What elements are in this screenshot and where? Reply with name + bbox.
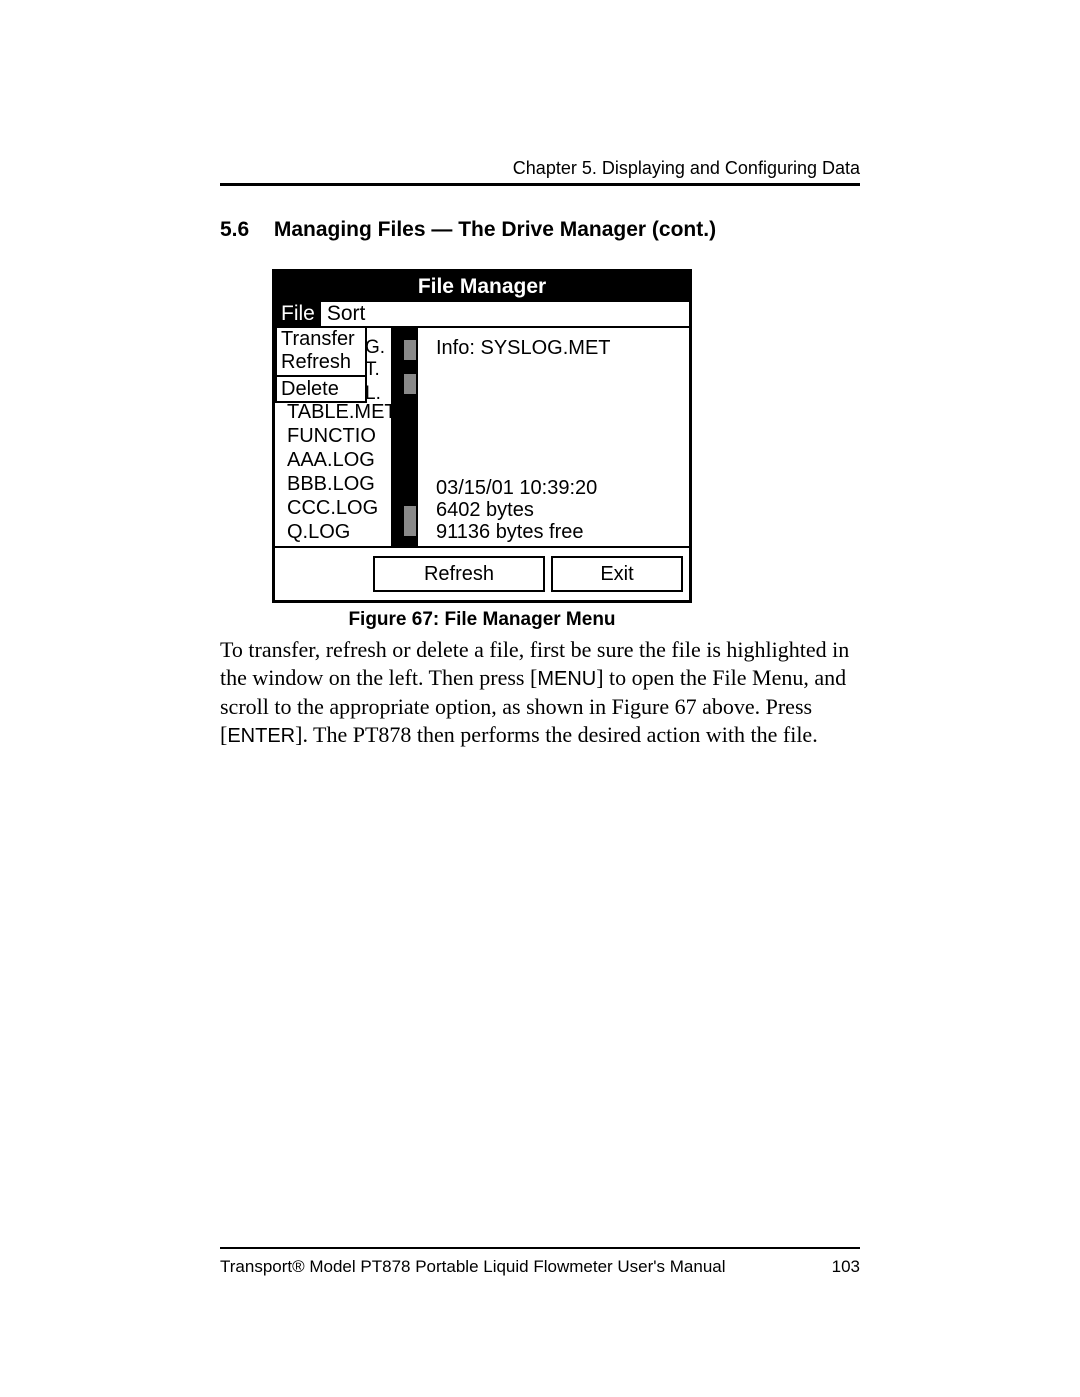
refresh-button[interactable]: Refresh (373, 556, 545, 592)
manual-page: Chapter 5. Displaying and Configuring Da… (0, 0, 1080, 1397)
file-manager-window: File Manager File Sort TABLE.MET FUNCTIO… (272, 269, 692, 603)
file-item[interactable]: Q.LOG (275, 520, 391, 544)
menu-item-refresh[interactable]: Refresh (277, 351, 365, 374)
exit-button[interactable]: Exit (551, 556, 683, 592)
para-text: ]. The PT878 then performs the desired a… (295, 722, 818, 747)
scrollbar-thumb[interactable] (404, 374, 416, 394)
scrollbar-thumb[interactable] (404, 340, 416, 360)
window-title: File Manager (275, 272, 689, 302)
section-heading: 5.6 Managing Files — The Drive Manager (… (220, 218, 860, 242)
covered-text: G. (365, 338, 385, 357)
info-filename: Info: SYSLOG.MET (436, 336, 611, 360)
menu-file[interactable]: File (275, 302, 321, 326)
figure-caption: Figure 67: File Manager Menu (272, 609, 692, 631)
section-title: Managing Files — The Drive Manager (cont… (274, 218, 716, 241)
covered-text: L. (365, 384, 381, 403)
figure-67: File Manager File Sort TABLE.MET FUNCTIO… (272, 269, 692, 631)
key-enter: ENTER (227, 725, 295, 747)
window-footer: Refresh Exit (275, 548, 689, 600)
page-number: 103 (832, 1257, 860, 1277)
menu-sort[interactable]: Sort (321, 302, 372, 326)
info-timestamp: 03/15/01 10:39:20 (436, 476, 597, 500)
body-paragraph: To transfer, refresh or delete a file, f… (220, 636, 860, 750)
menu-separator (277, 375, 365, 377)
file-item[interactable]: AAA.LOG (275, 448, 391, 472)
file-item[interactable]: FUNCTIO (275, 424, 391, 448)
menubar: File Sort (275, 302, 689, 328)
menu-item-delete[interactable]: Delete (277, 378, 365, 401)
menu-item-transfer[interactable]: Transfer (277, 328, 365, 351)
info-pane: Info: SYSLOG.MET 03/15/01 10:39:20 6402 … (418, 328, 689, 546)
section-number: 5.6 (220, 218, 268, 242)
page-footer: Transport® Model PT878 Portable Liquid F… (220, 1257, 860, 1277)
key-menu: MENU (537, 668, 596, 690)
footer-rule (220, 1247, 860, 1249)
info-size: 6402 bytes (436, 498, 534, 522)
chapter-header: Chapter 5. Displaying and Configuring Da… (220, 158, 860, 179)
header-rule (220, 183, 860, 186)
footer-left: Transport® Model PT878 Portable Liquid F… (220, 1257, 726, 1277)
file-item[interactable]: BBB.LOG (275, 472, 391, 496)
scrollbar-thumb[interactable] (404, 506, 416, 536)
file-item[interactable]: CCC.LOG (275, 496, 391, 520)
file-dropdown: Transfer Refresh Delete (275, 326, 367, 403)
window-body: TABLE.MET FUNCTIO AAA.LOG BBB.LOG CCC.LO… (275, 328, 689, 548)
file-list-pane: TABLE.MET FUNCTIO AAA.LOG BBB.LOG CCC.LO… (275, 328, 418, 546)
info-free: 91136 bytes free (436, 520, 584, 544)
covered-text: T. (365, 360, 380, 379)
